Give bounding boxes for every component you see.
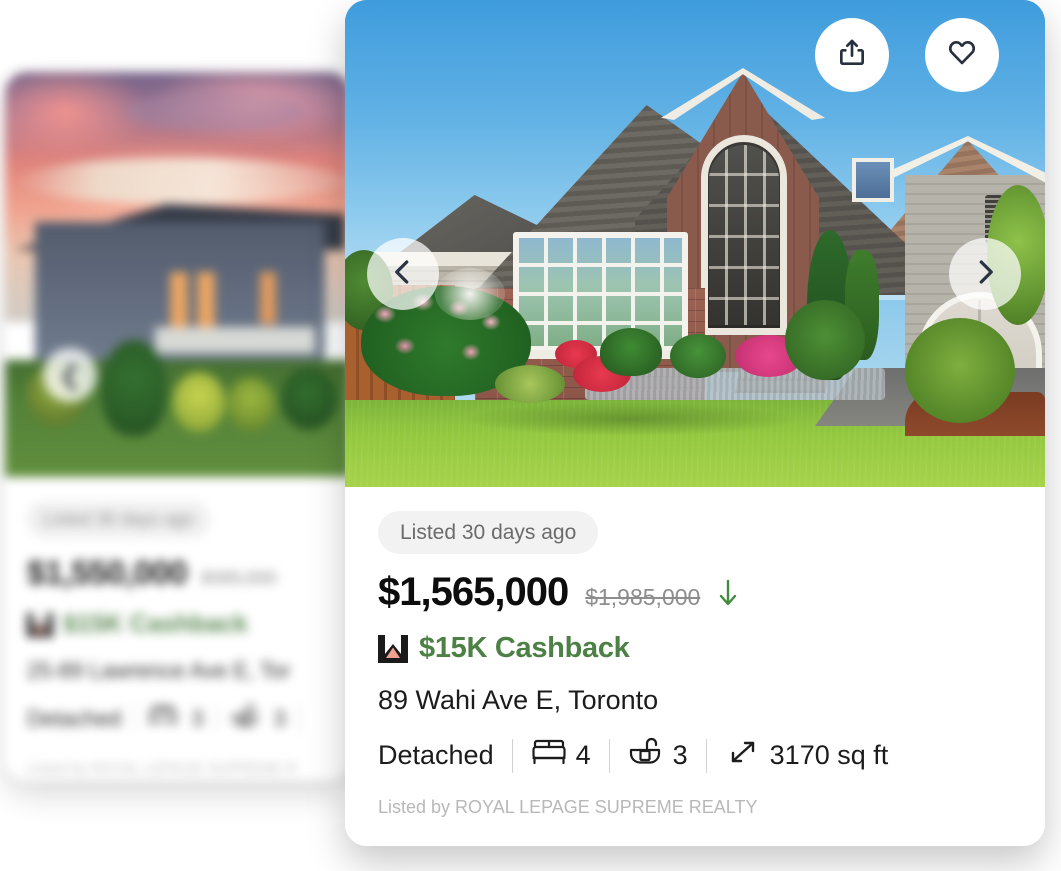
previous-price: $1,985,000 [585, 584, 701, 610]
baths-spec: 3 [628, 737, 688, 774]
background-card-info: Listed 30 days ago $1,550,000 $985,000 $… [5, 477, 350, 780]
arched-window-glass [709, 145, 779, 325]
background-prev-photo-button[interactable]: ❮ [43, 348, 97, 402]
bath-icon [230, 704, 260, 734]
background-property-type: Detached [27, 706, 122, 731]
bed-icon [531, 737, 567, 774]
listing-specs: Detached 4 3 3170 sq ft [378, 737, 1012, 774]
boxwood-shrub [670, 334, 726, 378]
cloud-shape [125, 92, 305, 132]
listed-by: Listed by ROYAL LEPAGE SUPREME REALTY [378, 797, 758, 817]
listing-card[interactable]: Listed 30 days ago $1,565,000 $1,985,000 [345, 0, 1045, 846]
listed-badge: Listed 30 days ago [378, 511, 599, 554]
property-type-label: Detached [378, 740, 494, 770]
porch-shape [155, 327, 315, 353]
background-listed-badge: Listed 30 days ago [27, 501, 211, 538]
heart-icon [946, 37, 978, 74]
spec-divider [298, 706, 300, 732]
area-value: 3170 sq ft [769, 740, 889, 770]
area-icon [725, 737, 761, 774]
listing-price: $1,565,000 [378, 570, 569, 614]
boxwood-shrub [600, 328, 662, 376]
share-icon [836, 37, 868, 74]
spec-divider [608, 738, 610, 773]
window-shape [170, 272, 188, 334]
arrow-down-icon [717, 579, 739, 607]
listing-info: Listed 30 days ago $1,565,000 $1,985,000 [345, 487, 1045, 846]
bush [785, 300, 865, 380]
beds-spec: 4 [531, 737, 591, 774]
area-spec: 3170 sq ft [725, 737, 889, 774]
background-listed-by: Listed by ROYAL LEPAGE SUPREME R [27, 760, 297, 777]
bush [905, 318, 1015, 423]
background-specs: Detached 3 3 [27, 704, 328, 734]
bath-icon [628, 737, 664, 774]
hosta-plant [495, 365, 565, 403]
favorite-button[interactable] [925, 18, 999, 92]
white-flowers [435, 268, 505, 320]
price-row: $1,565,000 $1,985,000 [378, 570, 1012, 615]
lawn-shadow [465, 402, 795, 436]
upper-window [852, 158, 894, 202]
listing-cards-stage: ❮ Listed 30 days ago $1,550,000 $985,000… [0, 0, 1061, 871]
chevron-right-icon [970, 257, 1000, 292]
bay-window-grid [519, 238, 682, 346]
prev-photo-button[interactable] [367, 238, 439, 310]
chevron-left-icon [388, 257, 418, 292]
background-cashback-row: $15K Cashback [27, 610, 328, 639]
shrub-shape [227, 377, 275, 431]
wahi-logo-icon [27, 612, 53, 637]
listing-address: 89 Wahi Ave E, Toronto [378, 685, 659, 715]
bed-icon [148, 704, 178, 734]
background-cashback-text: $15K Cashback [63, 610, 248, 638]
background-old-price: $985,000 [201, 568, 277, 588]
baths-count: 3 [672, 740, 688, 770]
background-card-photo: ❮ [5, 72, 350, 477]
spec-divider [216, 706, 218, 732]
next-photo-button[interactable] [949, 238, 1021, 310]
cashback-row: $15K Cashback [378, 632, 1012, 665]
background-price: $1,550,000 [27, 554, 188, 591]
property-type: Detached [378, 740, 494, 771]
background-baths: 3 [273, 706, 286, 731]
listing-photo[interactable] [345, 0, 1045, 487]
window-shape [260, 272, 276, 324]
shrub-shape [173, 372, 225, 432]
shrub-shape [281, 368, 337, 430]
background-price-row: $1,550,000 $985,000 [27, 554, 328, 592]
shrub-shape [101, 340, 167, 436]
beds-count: 4 [575, 740, 591, 770]
cashback-amount: $15K Cashback [419, 632, 630, 664]
background-address: 25-89 Lawrence Ave E, Tor [27, 658, 291, 683]
wahi-logo-icon [378, 634, 408, 663]
background-beds: 3 [191, 706, 204, 731]
spec-divider [134, 706, 136, 732]
chevron-left-icon: ❮ [59, 360, 81, 390]
window-shape [197, 272, 215, 334]
cloud-band [15, 158, 345, 204]
share-button[interactable] [815, 18, 889, 92]
spec-divider [705, 738, 707, 773]
background-listing-card[interactable]: ❮ Listed 30 days ago $1,550,000 $985,000… [5, 72, 350, 780]
spec-divider [511, 738, 513, 773]
